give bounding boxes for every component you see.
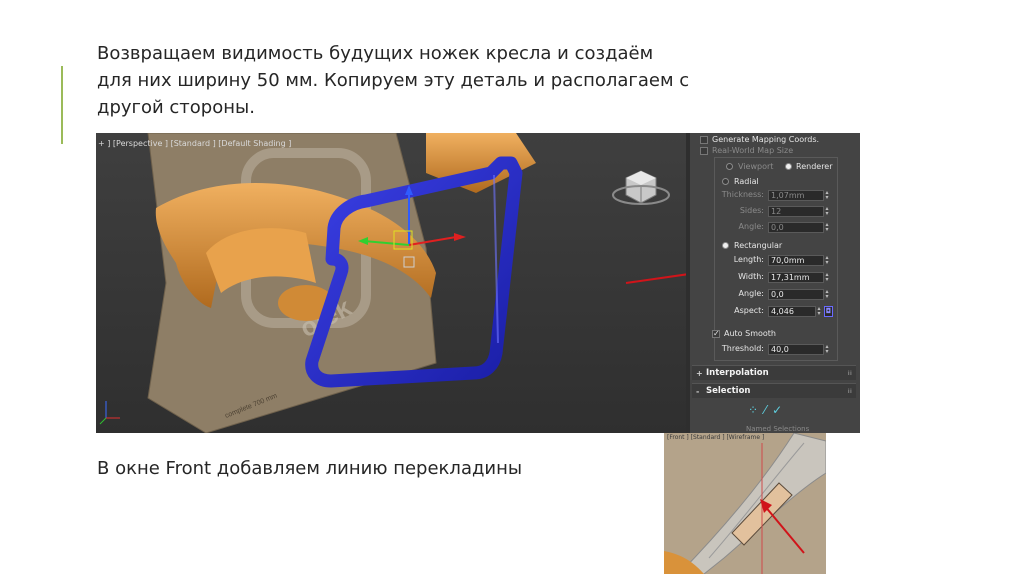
- aspect-field[interactable]: 4,046: [768, 306, 816, 317]
- paragraph-1: Возвращаем видимость будущих ножек кресл…: [97, 40, 717, 121]
- rectangular-label: Rectangular: [734, 241, 783, 250]
- front-view-label[interactable]: [Front ] [Standard ] [Wireframe ]: [667, 434, 764, 441]
- front-view-screenshot: [Front ] [Standard ] [Wireframe ]: [664, 433, 826, 574]
- sides-label: Sides:: [739, 206, 764, 215]
- generate-mapping-label: Generate Mapping Coords.: [712, 135, 820, 144]
- length-field[interactable]: 70,0mm: [768, 255, 824, 266]
- max-screenshot: ofek complete 700 mm +] [Perspective] …: [96, 133, 860, 433]
- angle-field[interactable]: 0,0: [768, 289, 824, 300]
- angle-radial-field[interactable]: 0,0: [768, 222, 824, 233]
- angle-radial-label: Angle:: [738, 222, 764, 231]
- thickness-field[interactable]: 1,07mm: [768, 190, 824, 201]
- selection-rollout[interactable]: - Selection ⁞⁞: [692, 383, 856, 398]
- threshold-field[interactable]: 40,0: [768, 344, 824, 355]
- sides-spinner[interactable]: ▴ ▾: [824, 206, 830, 217]
- threshold-spinner[interactable]: ▴ ▾: [824, 344, 830, 355]
- rendering-panel: Generate Mapping Coords. Real-World Map …: [686, 133, 860, 433]
- accent-bar: [61, 66, 63, 144]
- width-field[interactable]: 17,31mm: [768, 272, 824, 283]
- paragraph-2: В окне Front добавляем линию перекладины: [97, 457, 617, 481]
- subobject-icons: ⁘⁄✓: [748, 403, 788, 417]
- interpolation-rollout[interactable]: + Interpolation ⁞⁞: [692, 365, 856, 380]
- viewport-option[interactable]: Viewport: [726, 161, 774, 173]
- paragraph-1-line-2: для них ширину 50 мм. Копируем эту детал…: [97, 70, 690, 91]
- selection-collapse-icon: -: [696, 387, 700, 396]
- rectangular-radio[interactable]: [722, 242, 729, 249]
- radial-label: Radial: [734, 177, 759, 186]
- named-selections-label: Named Selections: [746, 425, 810, 433]
- selection-handle-icon: ⁞⁞: [847, 388, 852, 395]
- selection-label: Selection: [706, 386, 751, 396]
- viewport-radio[interactable]: [726, 163, 733, 170]
- renderer-radio[interactable]: [785, 163, 792, 170]
- length-label: Length:: [733, 255, 764, 264]
- vertex-icon[interactable]: ⁘: [748, 403, 764, 417]
- renderer-option-label: Renderer: [796, 162, 833, 171]
- width-spinner[interactable]: ▴ ▾: [824, 272, 830, 283]
- width-label: Width:: [738, 272, 764, 281]
- spline-icon[interactable]: ✓: [772, 403, 788, 417]
- paragraph-1-line-3: другой стороны.: [97, 97, 255, 118]
- angle-label: Angle:: [738, 289, 764, 298]
- front-view-scene: [664, 433, 826, 574]
- thickness-label: Thickness:: [721, 190, 764, 199]
- paragraph-1-line-1: Возвращаем видимость будущих ножек кресл…: [97, 43, 654, 64]
- threshold-label: Threshold:: [721, 344, 764, 353]
- radial-radio[interactable]: [722, 178, 729, 185]
- real-world-row[interactable]: Real-World Map Size: [700, 145, 794, 157]
- viewport-scene: ofek complete 700 mm: [96, 133, 767, 433]
- auto-smooth-checkbox[interactable]: ✓: [712, 330, 720, 338]
- renderer-option[interactable]: Renderer: [785, 161, 833, 173]
- perspective-viewport[interactable]: ofek complete 700 mm +] [Perspective] …: [96, 133, 767, 433]
- angle-radial-spinner[interactable]: ▴ ▾: [824, 222, 830, 233]
- radial-option[interactable]: Radial: [722, 176, 759, 188]
- real-world-label: Real-World Map Size: [712, 146, 794, 155]
- auto-smooth-row[interactable]: ✓ Auto Smooth: [712, 328, 776, 340]
- aspect-label: Aspect:: [734, 306, 764, 315]
- paragraph-2-line-1: В окне Front добавляем линию перекладины: [97, 458, 523, 479]
- interpolation-label: Interpolation: [706, 368, 769, 378]
- viewport-option-label: Viewport: [738, 162, 774, 171]
- interpolation-handle-icon: ⁞⁞: [847, 370, 852, 377]
- angle-spinner[interactable]: ▴ ▾: [824, 289, 830, 300]
- generate-mapping-checkbox[interactable]: [700, 136, 708, 144]
- rectangular-option[interactable]: Rectangular: [722, 240, 783, 252]
- segment-icon[interactable]: ⁄: [764, 403, 772, 417]
- length-spinner[interactable]: ▴ ▾: [824, 255, 830, 266]
- lock-aspect-icon[interactable]: ◘: [824, 306, 833, 317]
- thickness-spinner[interactable]: ▴ ▾: [824, 190, 830, 201]
- auto-smooth-label: Auto Smooth: [724, 329, 776, 338]
- interpolation-expand-icon: +: [696, 369, 703, 378]
- sides-field[interactable]: 12: [768, 206, 824, 217]
- aspect-spinner[interactable]: ▴ ▾: [816, 306, 822, 317]
- real-world-checkbox[interactable]: [700, 147, 708, 155]
- viewport-label[interactable]: + ] [Perspective ] [Standard ] [Default …: [98, 139, 291, 148]
